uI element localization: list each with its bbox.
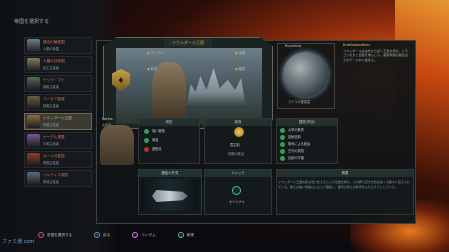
- species-name: テリラ・マナ: [43, 78, 65, 82]
- species-figure: [152, 62, 186, 124]
- species-subtitle: 軍国主義者: [43, 161, 59, 165]
- species-subtitle: 排他主義者: [43, 180, 59, 184]
- planet-title: Ruvalina: [285, 43, 302, 48]
- leader-name: Forkis: [102, 117, 113, 121]
- description-title: Krahkasiedmer: [343, 43, 371, 47]
- hero-artwork: [116, 48, 262, 124]
- ethic-icon: [232, 186, 241, 195]
- species-list-item[interactable]: カールガ星団 軍国主義者: [24, 151, 92, 168]
- species-portrait-icon: [27, 58, 40, 71]
- button-prompts: ○ 帝国を選択する × 戻る □ ランダム △ 新規: [38, 232, 216, 238]
- traits-card-title: 特性: [139, 119, 199, 126]
- about-text: イクシダール王国の民は竜に仕えるという伝説を持ち、その誇り高き文化は多くの星々に…: [278, 180, 410, 189]
- cross-button-icon: ×: [94, 232, 101, 238]
- prompt-label: 戻る: [103, 233, 111, 237]
- species-list-item[interactable]: イクシダール王国 帝国主義者: [24, 113, 92, 130]
- government-sub: 帝国の統治: [228, 152, 244, 156]
- civics-card-title: 国是(市民): [277, 119, 337, 126]
- species-list: 連合の議長国 人類の帝国 人類の共和国 民主主義者 テリラ・マナ 調和主義者 ユーゼア星域独…: [24, 37, 92, 189]
- species-list-item[interactable]: ユーゼア星域 独裁主義者: [24, 94, 92, 111]
- square-button-icon: □: [132, 232, 139, 238]
- species-subtitle: 帝国主義者: [43, 123, 59, 127]
- ethic-label: オリジナル: [229, 200, 245, 204]
- species-list-item[interactable]: ソルディス帝国 排他主義者: [24, 170, 92, 187]
- civic-icon: [280, 141, 285, 147]
- triangle-button-icon: △: [177, 232, 184, 238]
- civic-item[interactable]: 祭司による統治: [280, 141, 310, 147]
- species-subtitle: 人類の帝国: [43, 47, 59, 51]
- hero-tag[interactable]: ●紋章: [147, 66, 157, 71]
- civic-icon: [280, 127, 285, 133]
- species-name: カールガ星団: [43, 154, 65, 158]
- trait-item[interactable]: 強い繁殖: [144, 128, 165, 134]
- prompt-label: 帝国を選択する: [47, 233, 73, 237]
- prompt-circle-button[interactable]: ○ 帝国を選択する: [38, 232, 72, 238]
- prompt-label: 新規: [186, 233, 194, 237]
- civic-item[interactable]: 伝統の守護: [280, 155, 304, 161]
- homeworld-planet[interactable]: [283, 52, 328, 97]
- species-name: 連合の議長国: [43, 40, 65, 44]
- species-name: 人類の共和国: [43, 59, 65, 63]
- species-portrait-icon: [27, 39, 40, 52]
- government-emblem-icon: [234, 127, 244, 137]
- species-list-item[interactable]: 連合の議長国 人類の帝国: [24, 37, 92, 54]
- hero-tag[interactable]: ●アイコン: [147, 50, 163, 55]
- civic-item[interactable]: 技術信仰: [280, 134, 301, 140]
- civic-icon: [280, 148, 285, 154]
- species-subtitle: 調和主義者: [43, 85, 59, 89]
- hero-tag[interactable]: ●種族: [235, 66, 245, 71]
- species-portrait-icon: [27, 77, 40, 90]
- empire-title: イクシダール王国: [164, 39, 212, 47]
- watermark: ファミ通.com: [2, 239, 35, 245]
- species-list-item[interactable]: テリラ・マナ 調和主義者: [24, 75, 92, 92]
- trait-negative-icon: [144, 146, 149, 152]
- government-card[interactable]: 政府: [204, 118, 272, 164]
- ethics-card-title: エシック: [205, 170, 271, 177]
- civic-item[interactable]: 古代の英知: [280, 148, 304, 154]
- species-portrait-icon: [27, 172, 40, 185]
- civic-icon: [280, 134, 285, 140]
- city-skyline: [186, 68, 246, 108]
- prompt-square-button[interactable]: □ ランダム: [132, 232, 156, 238]
- leader-portrait[interactable]: [100, 125, 134, 165]
- species-portrait-icon: [27, 134, 40, 147]
- ship-card-title: 艦船の外見: [139, 170, 201, 177]
- trait-item[interactable]: 頑強: [144, 137, 158, 143]
- civic-item[interactable]: 大学の教育: [280, 127, 304, 133]
- about-card[interactable]: 概要: [276, 169, 414, 215]
- planet-label: ステラ大陸惑星: [288, 100, 311, 104]
- species-name: ソルディス帝国: [43, 173, 68, 177]
- species-name: ユーゼア星域: [43, 97, 65, 101]
- screen-title: 帝国を選択する: [14, 19, 50, 25]
- hero-tag[interactable]: ●出身: [235, 50, 245, 55]
- prompt-triangle-button[interactable]: △ 新規: [177, 232, 194, 238]
- species-subtitle: 独裁主義者: [43, 104, 59, 108]
- species-portrait-icon: [27, 115, 40, 128]
- trait-positive-icon: [144, 128, 149, 134]
- circle-button-icon: ○: [38, 232, 44, 238]
- species-portrait-icon: [27, 96, 40, 109]
- emblem-glyph: ♦: [117, 75, 125, 85]
- species-portrait-icon: [27, 153, 40, 166]
- about-card-title: 概要: [277, 170, 413, 177]
- species-subtitle: 民主主義者: [43, 66, 59, 70]
- species-subtitle: 平和主義者: [43, 142, 59, 146]
- description-text: イクシダールは古代から続く王政を持ち、ドラゴンの力と伝統を重んじる。星間帝国の誕…: [343, 49, 408, 62]
- civic-icon: [280, 155, 285, 161]
- prompt-cross-button[interactable]: × 戻る: [94, 232, 110, 238]
- species-list-item[interactable]: ケーデル連盟 平和主義者: [24, 132, 92, 149]
- species-name: ケーデル連盟: [43, 135, 65, 139]
- prompt-label: ランダム: [141, 233, 156, 237]
- species-list-item[interactable]: 人類の共和国 民主主義者: [24, 56, 92, 73]
- species-name: イクシダール王国: [43, 116, 72, 120]
- trait-positive-icon: [144, 137, 149, 143]
- government-card-title: 政府: [205, 119, 271, 126]
- government-name: 君主制: [230, 143, 240, 147]
- trait-item[interactable]: 遊牧民: [144, 146, 162, 152]
